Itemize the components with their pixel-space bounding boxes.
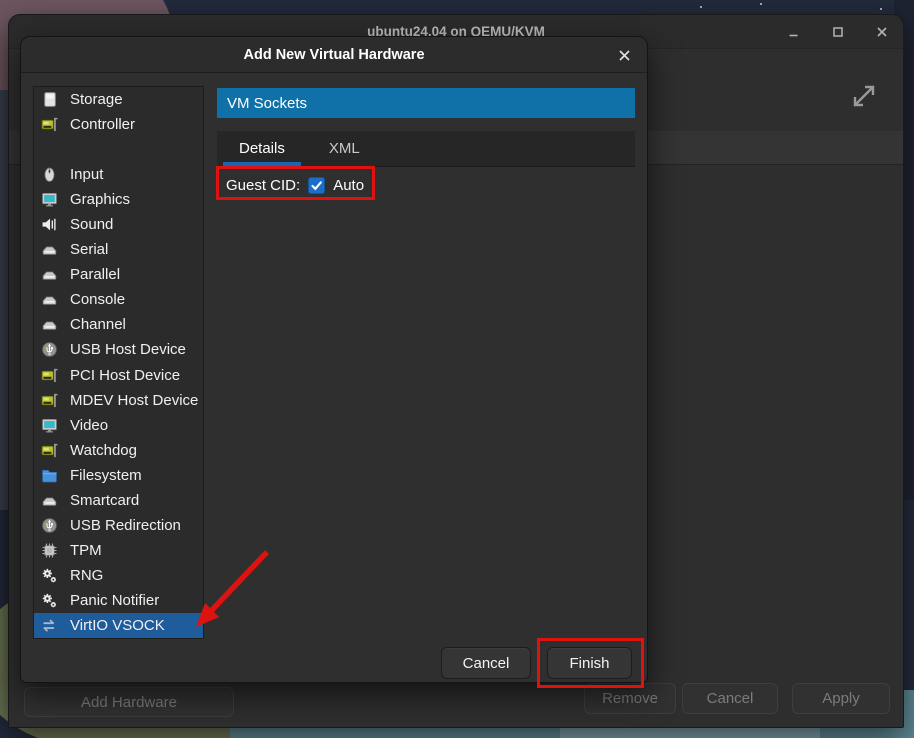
sidebar-item-label: Serial: [70, 241, 108, 258]
sidebar-item-console[interactable]: Console: [34, 287, 203, 312]
pci-card-icon: [41, 392, 58, 409]
sidebar-item-label: USB Host Device: [70, 341, 186, 358]
sidebar-item-label: Controller: [70, 116, 135, 133]
sidebar-item-video[interactable]: Video: [34, 413, 203, 438]
sidebar-item-virtio-vsock[interactable]: VirtIO VSOCK: [34, 613, 203, 638]
panel-title-label: VM Sockets: [227, 95, 307, 112]
sidebar-item-serial[interactable]: Serial: [34, 237, 203, 262]
pci-card-icon: [41, 116, 58, 133]
serial-device-icon: [41, 241, 58, 258]
vsock-arrows-icon: [41, 617, 58, 634]
sidebar-item-usb-host-device[interactable]: USB Host Device: [34, 337, 203, 362]
sidebar-item-label: Channel: [70, 316, 126, 333]
sidebar-item-label: Graphics: [70, 191, 130, 208]
sidebar-item-usb-redirection[interactable]: USB Redirection: [34, 513, 203, 538]
sidebar-item-label: Storage: [70, 91, 123, 108]
sidebar-item-watchdog[interactable]: Watchdog: [34, 438, 203, 463]
dialog-close-icon[interactable]: [613, 44, 635, 66]
sidebar-item-rng[interactable]: RNG: [34, 563, 203, 588]
sidebar-item-label: Panic Notifier: [70, 592, 159, 609]
sidebar-item-label: VirtIO VSOCK: [70, 617, 165, 634]
gear-icon: [41, 567, 58, 584]
serial-device-icon: [41, 266, 58, 283]
pci-card-icon: [41, 367, 58, 384]
close-icon[interactable]: [875, 25, 889, 39]
sidebar-item-label: Sound: [70, 216, 113, 233]
sidebar-item-label: RNG: [70, 567, 103, 584]
speaker-icon: [41, 216, 58, 233]
maximize-icon[interactable]: [831, 25, 845, 39]
sidebar-item-label: MDEV Host Device: [70, 392, 198, 409]
auto-checkbox-label: Auto: [333, 177, 364, 194]
panel-title: VM Sockets: [217, 88, 635, 118]
sidebar-item-panic-notifier[interactable]: Panic Notifier: [34, 588, 203, 613]
panel-tabbar: Details XML: [217, 131, 635, 167]
sidebar-item-label: PCI Host Device: [70, 367, 180, 384]
monitor-icon: [41, 417, 58, 434]
serial-device-icon: [41, 316, 58, 333]
sidebar-item-label: Video: [70, 417, 108, 434]
guest-cid-field: Guest CID: Auto: [220, 171, 370, 199]
auto-checkbox[interactable]: [308, 177, 325, 194]
sidebar-item-label: TPM: [70, 542, 102, 559]
sidebar-item-sound[interactable]: Sound: [34, 212, 203, 237]
sidebar-item-label: Filesystem: [70, 467, 142, 484]
add-hardware-button[interactable]: Add Hardware: [24, 687, 234, 717]
sidebar-item-pci-host-device[interactable]: PCI Host Device: [34, 363, 203, 388]
sidebar-item-label: USB Redirection: [70, 517, 181, 534]
sidebar-item-tpm[interactable]: TPM: [34, 538, 203, 563]
folder-icon: [41, 467, 58, 484]
sidebar-item-smartcard[interactable]: Smartcard: [34, 488, 203, 513]
apply-button[interactable]: Apply: [792, 683, 890, 714]
sidebar-item-label: Input: [70, 166, 103, 183]
minimize-icon[interactable]: [787, 25, 801, 39]
finish-button[interactable]: Finish: [547, 647, 632, 679]
wallpaper-star: [880, 8, 882, 10]
wallpaper-star: [760, 3, 762, 5]
dialog-cancel-button[interactable]: Cancel: [441, 647, 531, 679]
gear-icon: [41, 592, 58, 609]
sidebar-spacer: [34, 137, 203, 162]
sidebar-item-channel[interactable]: Channel: [34, 312, 203, 337]
disk-icon: [41, 91, 58, 108]
hardware-type-list: Storage Controller Input Graphics Sound Seria…: [33, 86, 204, 639]
sidebar-item-storage[interactable]: Storage: [34, 87, 203, 112]
sidebar-item-label: Console: [70, 291, 125, 308]
fullscreen-expand-icon[interactable]: [851, 83, 877, 114]
mouse-icon: [41, 166, 58, 183]
add-hardware-dialog: Add New Virtual Hardware Storage Controll…: [20, 36, 648, 683]
monitor-icon: [41, 191, 58, 208]
serial-device-icon: [41, 492, 58, 509]
sidebar-item-label: Parallel: [70, 266, 120, 283]
usb-icon: [41, 341, 58, 358]
sidebar-item-label: Smartcard: [70, 492, 139, 509]
tab-details[interactable]: Details: [217, 131, 307, 166]
guest-cid-label: Guest CID:: [226, 177, 300, 194]
sidebar-item-filesystem[interactable]: Filesystem: [34, 463, 203, 488]
sidebar-item-controller[interactable]: Controller: [34, 112, 203, 137]
sidebar-item-parallel[interactable]: Parallel: [34, 262, 203, 287]
chip-icon: [41, 542, 58, 559]
dialog-titlebar[interactable]: Add New Virtual Hardware: [21, 37, 647, 73]
serial-device-icon: [41, 291, 58, 308]
details-cancel-button[interactable]: Cancel: [682, 683, 778, 714]
wallpaper-star: [700, 6, 702, 8]
sidebar-item-input[interactable]: Input: [34, 162, 203, 187]
pci-card-icon: [41, 442, 58, 459]
usb-icon: [41, 517, 58, 534]
dialog-title: Add New Virtual Hardware: [243, 47, 424, 63]
sidebar-item-label: Watchdog: [70, 442, 137, 459]
sidebar-item-mdev-host-device[interactable]: MDEV Host Device: [34, 388, 203, 413]
tab-xml[interactable]: XML: [307, 131, 382, 166]
sidebar-item-graphics[interactable]: Graphics: [34, 187, 203, 212]
remove-button[interactable]: Remove: [584, 683, 676, 714]
